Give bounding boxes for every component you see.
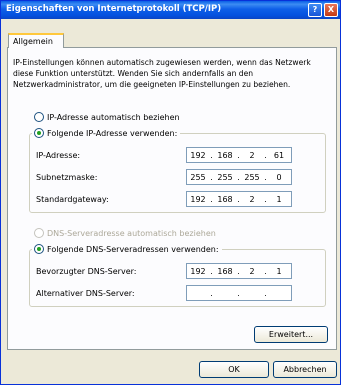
subnet-octet-1[interactable]: 255 [187,173,209,182]
ip-octet-2[interactable]: 168 [214,151,236,160]
ip-octet-4[interactable]: 61 [268,151,290,160]
subnet-mask-input[interactable]: 255. 255. 255. 0 [186,169,292,185]
gateway-label: Standardgateway: [36,195,109,204]
radio-ip-auto-label: IP-Adresse automatisch beziehen [47,112,180,122]
ip-address-label: IP-Adresse: [36,151,81,160]
ip-octet-1[interactable]: 192 [187,151,209,160]
ip-address-input[interactable]: 192. 168. 2. 61 [186,147,292,163]
ok-button[interactable]: OK [199,361,269,378]
description-text: IP-Einstellungen können automatisch zuge… [13,58,311,89]
ip-octet-3[interactable]: 2 [241,151,263,160]
alternate-dns-label: Alternativer DNS-Server: [36,289,135,298]
gateway-octet-2[interactable]: 168 [214,195,236,204]
help-button[interactable]: ? [308,3,322,17]
advanced-button[interactable]: Erweitert... [254,326,328,343]
dns1-octet-4[interactable]: 1 [268,267,290,276]
title-buttons: ? X [308,3,338,17]
radio-dns-manual-label: Folgende DNS-Serveradressen verwenden: [47,244,219,254]
preferred-dns-label: Bevorzugter DNS-Server: [36,267,137,276]
subnet-octet-4[interactable]: 0 [268,173,290,182]
subnet-mask-label: Subnetzmaske: [36,173,98,182]
radio-dns-manual[interactable]: Folgende DNS-Serveradressen verwenden: [32,243,222,255]
subnet-octet-2[interactable]: 255 [214,173,236,182]
radio-ip-manual-label: Folgende IP-Adresse verwenden: [47,128,178,138]
dns1-octet-2[interactable]: 168 [214,267,236,276]
alternate-dns-input[interactable]: . . . [186,285,292,301]
radio-button-checked-icon [34,128,44,138]
gateway-octet-4[interactable]: 1 [268,195,290,204]
radio-button-icon [34,112,44,122]
cancel-button[interactable]: Abbrechen [273,361,337,378]
radio-dns-auto[interactable]: DNS-Serveradresse automatisch beziehen [34,227,216,239]
close-button[interactable]: X [324,3,338,17]
radio-ip-manual[interactable]: Folgende IP-Adresse verwenden: [32,127,181,139]
gateway-input[interactable]: 192. 168. 2. 1 [186,191,292,207]
subnet-octet-3[interactable]: 255 [241,173,263,182]
radio-button-disabled-icon [34,228,44,238]
tcpip-properties-dialog: Eigenschaften von Internetprotokoll (TCP… [0,0,341,385]
gateway-octet-3[interactable]: 2 [241,195,263,204]
preferred-dns-input[interactable]: 192. 168. 2. 1 [186,263,292,279]
dns1-octet-3[interactable]: 2 [241,267,263,276]
window-title: Eigenschaften von Internetprotokoll (TCP… [6,4,222,14]
radio-ip-auto[interactable]: IP-Adresse automatisch beziehen [34,111,180,123]
title-bar[interactable]: Eigenschaften von Internetprotokoll (TCP… [1,1,340,19]
radio-button-checked-icon [34,244,44,254]
radio-dns-auto-label: DNS-Serveradresse automatisch beziehen [47,228,216,238]
dns1-octet-1[interactable]: 192 [187,267,209,276]
gateway-octet-1[interactable]: 192 [187,195,209,204]
tab-allgemein[interactable]: Allgemein [8,33,64,48]
